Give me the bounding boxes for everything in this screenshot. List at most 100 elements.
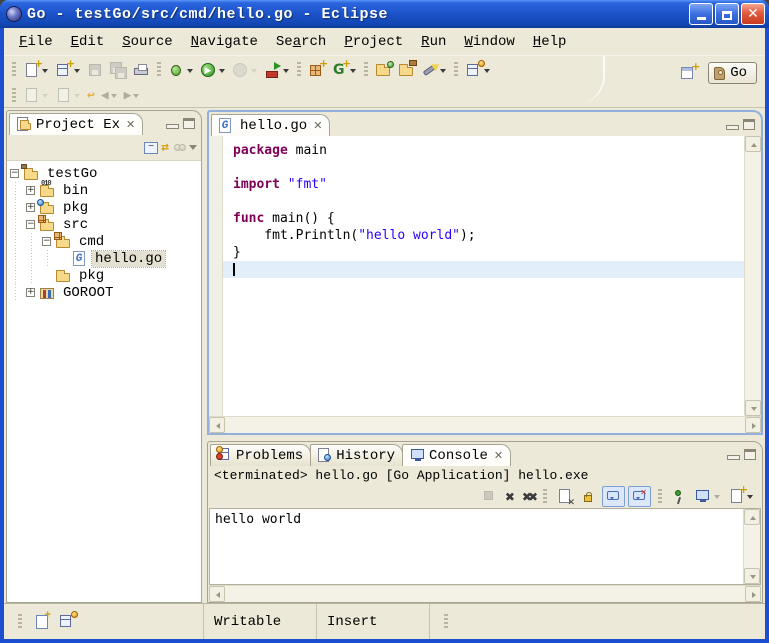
- new-go-package-button[interactable]: +: [305, 60, 328, 81]
- tab-console[interactable]: Console ✕: [402, 444, 511, 466]
- profile-button[interactable]: [229, 60, 261, 81]
- scroll-right-icon[interactable]: [745, 586, 761, 602]
- maximize-button[interactable]: [715, 3, 739, 25]
- toolbar-grip[interactable]: [454, 62, 458, 78]
- menu-run[interactable]: Run: [412, 31, 455, 53]
- console-vertical-scrollbar[interactable]: [743, 509, 760, 584]
- run-button[interactable]: ▶: [197, 60, 229, 81]
- debug-button[interactable]: [165, 60, 197, 81]
- tab-problems[interactable]: Problems: [210, 444, 311, 466]
- toolbar-grip[interactable]: [364, 62, 368, 78]
- launch-views-icon[interactable]: [58, 613, 75, 630]
- open-perspective-button[interactable]: +: [677, 63, 700, 84]
- show-stdout-button[interactable]: [602, 486, 625, 507]
- close-button[interactable]: ✕: [741, 3, 765, 25]
- close-console-icon[interactable]: ✕: [494, 449, 503, 462]
- open-console-button[interactable]: +: [726, 487, 756, 506]
- expander-icon[interactable]: −: [26, 220, 35, 229]
- statusbar-grip[interactable]: [444, 614, 448, 630]
- tree-item-src[interactable]: − src: [7, 216, 201, 233]
- tree-item-pkg[interactable]: + pkg: [7, 199, 201, 216]
- new-go-type-button[interactable]: G+: [328, 60, 360, 81]
- editor-horizontal-scrollbar[interactable]: [209, 416, 761, 433]
- toolbar-grip[interactable]: [12, 88, 16, 104]
- menu-search[interactable]: Search: [267, 31, 335, 53]
- scroll-left-icon[interactable]: [209, 417, 225, 433]
- menu-project[interactable]: Project: [335, 31, 412, 53]
- expander-icon[interactable]: +: [26, 203, 35, 212]
- search-button[interactable]: [418, 60, 450, 81]
- expander-icon[interactable]: −: [42, 237, 51, 246]
- next-annotation-button[interactable]: [20, 85, 52, 106]
- toolbar-grip[interactable]: [543, 489, 547, 505]
- tree-item-hello-go[interactable]: G hello.go: [7, 250, 201, 267]
- tab-hello-go[interactable]: G hello.go ✕: [211, 114, 330, 136]
- console-output[interactable]: hello world: [209, 508, 761, 585]
- tree-item-goroot[interactable]: + GOROOT: [7, 284, 201, 301]
- maximize-editor-button[interactable]: [743, 119, 755, 130]
- menu-edit[interactable]: Edit: [62, 31, 114, 53]
- scroll-right-icon[interactable]: [745, 417, 761, 433]
- scroll-up-icon[interactable]: [745, 136, 761, 152]
- minimize-console-button[interactable]: [727, 455, 740, 460]
- toolbar-grip[interactable]: [297, 62, 301, 78]
- menu-file[interactable]: File: [10, 31, 62, 53]
- go-perspective-button[interactable]: Go: [708, 62, 757, 84]
- new-go-element-button[interactable]: +: [52, 60, 84, 81]
- console-horizontal-scrollbar[interactable]: [209, 585, 761, 602]
- forward-button[interactable]: ▶: [121, 85, 144, 106]
- scroll-left-icon[interactable]: [209, 586, 225, 602]
- remove-all-terminated-button[interactable]: ✖✖: [520, 489, 536, 505]
- menu-help[interactable]: Help: [524, 31, 576, 53]
- previous-annotation-button[interactable]: [52, 85, 84, 106]
- import-button[interactable]: [372, 60, 395, 81]
- print-button[interactable]: [130, 60, 153, 81]
- view-menu-icon[interactable]: [172, 139, 186, 156]
- menu-window[interactable]: Window: [455, 31, 523, 53]
- close-view-icon[interactable]: ✕: [126, 118, 135, 131]
- remove-launch-button[interactable]: ✖: [503, 489, 517, 505]
- scroll-down-icon[interactable]: [744, 568, 760, 584]
- toolbar-grip[interactable]: [157, 62, 161, 78]
- tree-item-cmd[interactable]: − cmd: [7, 233, 201, 250]
- pin-console-button[interactable]: [669, 487, 690, 506]
- collapse-all-button[interactable]: −: [144, 142, 158, 154]
- terminate-button[interactable]: [479, 487, 500, 506]
- back-button[interactable]: ◀: [98, 85, 121, 106]
- clear-console-button[interactable]: ✕: [554, 487, 575, 506]
- open-resource-button[interactable]: [395, 60, 418, 81]
- scroll-down-icon[interactable]: [745, 400, 761, 416]
- scroll-up-icon[interactable]: [744, 509, 760, 525]
- tab-history[interactable]: History: [310, 444, 403, 466]
- toolbar-grip[interactable]: [658, 489, 662, 505]
- maximize-console-button[interactable]: [744, 449, 756, 460]
- tree-item-src-pkg[interactable]: pkg: [7, 267, 201, 284]
- new-wizard-button[interactable]: +: [20, 60, 52, 81]
- code-area[interactable]: package main import "fmt" func main() { …: [223, 136, 744, 416]
- display-console-button[interactable]: [693, 487, 723, 506]
- expander-icon[interactable]: +: [26, 186, 35, 195]
- minimize-view-button[interactable]: [166, 124, 179, 129]
- fast-view-icon[interactable]: [36, 615, 48, 629]
- save-all-button[interactable]: [107, 60, 130, 81]
- statusbar-grip[interactable]: [18, 614, 22, 630]
- link-with-editor-button[interactable]: ⇄: [161, 140, 169, 155]
- expander-icon[interactable]: −: [10, 169, 19, 178]
- external-tools-button[interactable]: [261, 60, 293, 81]
- menu-source[interactable]: Source: [113, 31, 181, 53]
- scroll-lock-button[interactable]: [578, 487, 599, 506]
- minimize-editor-button[interactable]: [726, 125, 739, 130]
- show-stderr-button[interactable]: [628, 486, 651, 507]
- title-bar[interactable]: Go - testGo/src/cmd/hello.go - Eclipse ✕: [0, 0, 769, 28]
- minimize-button[interactable]: [689, 3, 713, 25]
- toolbar-grip[interactable]: [12, 62, 16, 78]
- menu-navigate[interactable]: Navigate: [182, 31, 267, 53]
- maximize-view-button[interactable]: [183, 118, 195, 129]
- show-view-button[interactable]: [462, 60, 494, 81]
- expander-icon[interactable]: +: [26, 288, 35, 297]
- last-edit-location-button[interactable]: ↩: [84, 85, 98, 106]
- view-menu-dropdown[interactable]: [189, 145, 197, 154]
- tab-project-explorer[interactable]: Project Ex ✕: [9, 113, 143, 135]
- tree-item-testGo[interactable]: − testGo: [7, 165, 201, 182]
- save-button[interactable]: [84, 60, 107, 81]
